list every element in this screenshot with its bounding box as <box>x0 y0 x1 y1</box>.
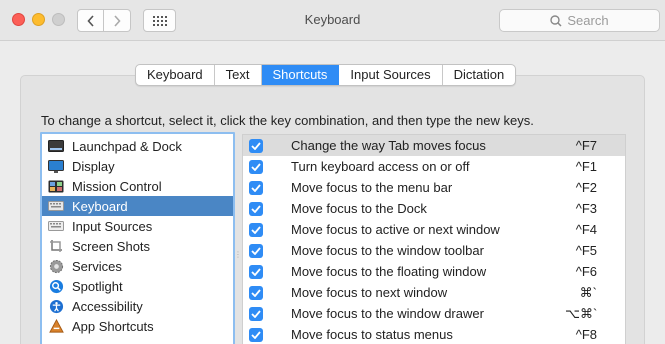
category-item-accessibility[interactable]: Accessibility <box>42 296 233 316</box>
shortcut-row[interactable]: Change the way Tab moves focus ^F7 <box>243 135 625 156</box>
checkbox[interactable] <box>249 201 263 216</box>
shortcut-row[interactable]: Move focus to the window toolbar ^F5 <box>243 240 625 261</box>
shortcut-label: Move focus to active or next window <box>291 222 500 237</box>
shortcut-row[interactable]: Move focus to active or next window ^F4 <box>243 219 625 240</box>
shortcut-key[interactable]: ^F2 <box>565 180 625 195</box>
shortcut-label: Move focus to next window <box>291 285 448 300</box>
checkbox[interactable] <box>249 138 263 153</box>
shortcut-key[interactable]: ^F8 <box>565 327 625 342</box>
tab-input-sources[interactable]: Input Sources <box>339 65 443 85</box>
shortcut-label: Move focus to the window drawer <box>291 306 484 321</box>
search-placeholder: Search <box>567 13 609 28</box>
checkmark-icon <box>251 288 261 297</box>
category-item-display[interactable]: Display <box>42 156 233 176</box>
checkbox[interactable] <box>249 264 263 279</box>
category-label: Mission Control <box>72 178 162 194</box>
checkmark-icon <box>251 246 261 255</box>
category-label: Screen Shots <box>72 238 151 254</box>
search-icon <box>550 14 562 27</box>
checkbox[interactable] <box>249 159 263 174</box>
shortcut-row[interactable]: Move focus to next window ⌘` <box>243 282 625 303</box>
checkmark-icon <box>251 141 261 150</box>
checkmark-icon <box>251 225 261 234</box>
category-label: Display <box>72 158 115 174</box>
tab-dictation[interactable]: Dictation <box>443 65 516 85</box>
checkmark-icon <box>251 204 261 213</box>
shortcut-key[interactable]: ⌥⌘` <box>565 306 625 322</box>
mission-control-icon <box>48 179 64 193</box>
checkbox[interactable] <box>249 285 263 300</box>
category-item-screen-shots[interactable]: Screen Shots <box>42 236 233 256</box>
category-label: Launchpad & Dock <box>72 138 182 154</box>
category-label: Services <box>72 258 122 274</box>
checkbox[interactable] <box>249 243 263 258</box>
shortcut-row[interactable]: Move focus to the menu bar ^F2 <box>243 177 625 198</box>
checkbox[interactable] <box>249 306 263 321</box>
input-sources-icon <box>48 219 64 233</box>
category-label: Spotlight <box>72 278 123 294</box>
checkbox[interactable] <box>249 180 263 195</box>
shortcut-key[interactable]: ⌘` <box>565 285 625 301</box>
category-label: Input Sources <box>72 218 153 234</box>
shortcut-key[interactable]: ^F7 <box>565 138 625 153</box>
checkmark-icon <box>251 267 261 276</box>
category-label: App Shortcuts <box>72 318 154 334</box>
shortcut-label: Move focus to status menus <box>291 327 453 342</box>
keyboard-icon <box>48 199 64 213</box>
title-bar: Keyboard Search <box>0 0 665 41</box>
shortcut-key[interactable]: ^F4 <box>565 222 625 237</box>
launchpad-icon <box>48 139 64 153</box>
splitter-handle[interactable]: ⋮ <box>234 250 242 260</box>
shortcut-label: Move focus to the Dock <box>291 201 427 216</box>
search-input[interactable]: Search <box>499 9 660 32</box>
category-item-app-shortcuts[interactable]: App Shortcuts <box>42 316 233 336</box>
instructions-text: To change a shortcut, select it, click t… <box>41 113 534 128</box>
checkmark-icon <box>251 309 261 318</box>
shortcut-label: Move focus to the menu bar <box>291 180 453 195</box>
display-icon <box>48 159 64 173</box>
shortcut-key[interactable]: ^F6 <box>565 264 625 279</box>
spotlight-icon <box>48 279 64 293</box>
checkmark-icon <box>251 162 261 171</box>
checkbox[interactable] <box>249 222 263 237</box>
tab-shortcuts[interactable]: Shortcuts <box>261 65 340 85</box>
category-item-input-sources[interactable]: Input Sources <box>42 216 233 236</box>
shortcut-row[interactable]: Move focus to the floating window ^F6 <box>243 261 625 282</box>
tab-bar: Keyboard Text Shortcuts Input Sources Di… <box>135 64 517 86</box>
shortcut-label: Move focus to the floating window <box>291 264 487 279</box>
category-item-keyboard[interactable]: Keyboard <box>42 196 233 216</box>
category-item-services[interactable]: Services <box>42 256 233 276</box>
shortcut-row[interactable]: Move focus to the window drawer ⌥⌘` <box>243 303 625 324</box>
screenshot-icon <box>48 239 64 253</box>
shortcut-key[interactable]: ^F3 <box>565 201 625 216</box>
shortcut-row[interactable]: Move focus to status menus ^F8 <box>243 324 625 344</box>
shortcut-row[interactable]: Move focus to the Dock ^F3 <box>243 198 625 219</box>
shortcut-key[interactable]: ^F5 <box>565 243 625 258</box>
checkmark-icon <box>251 183 261 192</box>
shortcut-label: Move focus to the window toolbar <box>291 243 484 258</box>
category-item-launchpad-dock[interactable]: Launchpad & Dock <box>42 136 233 156</box>
gear-icon <box>48 259 64 273</box>
shortcut-label: Turn keyboard access on or off <box>291 159 470 174</box>
shortcut-key[interactable]: ^F1 <box>565 159 625 174</box>
shortcut-row[interactable]: Turn keyboard access on or off ^F1 <box>243 156 625 177</box>
checkbox[interactable] <box>249 327 263 342</box>
accessibility-icon <box>48 299 64 313</box>
category-label: Accessibility <box>72 298 143 314</box>
shortcut-table: Change the way Tab moves focus ^F7 Turn … <box>242 134 626 344</box>
category-label: Keyboard <box>72 198 128 214</box>
tab-keyboard[interactable]: Keyboard <box>136 65 215 85</box>
app-shortcuts-icon <box>48 318 64 333</box>
category-list: Launchpad & Dock Display Mission Control… <box>40 132 235 344</box>
category-item-mission-control[interactable]: Mission Control <box>42 176 233 196</box>
shortcut-label: Change the way Tab moves focus <box>291 138 486 153</box>
tab-text[interactable]: Text <box>215 65 262 85</box>
category-item-spotlight[interactable]: Spotlight <box>42 276 233 296</box>
checkmark-icon <box>251 330 261 339</box>
